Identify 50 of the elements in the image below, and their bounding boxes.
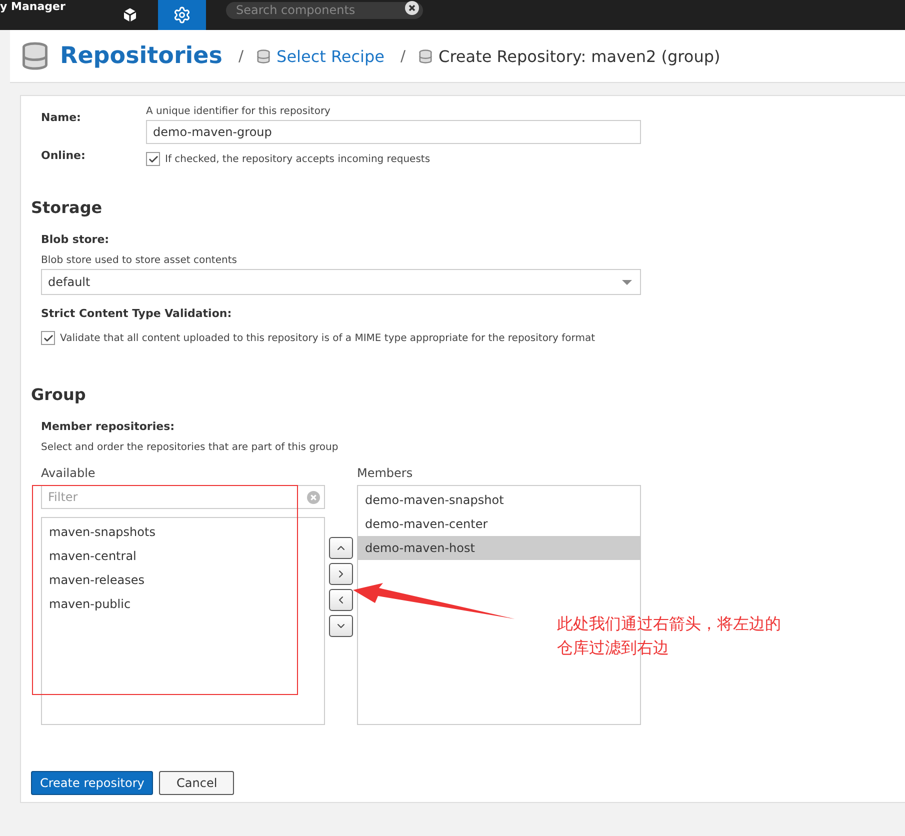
list-item[interactable]: maven-central — [42, 544, 324, 568]
create-button[interactable]: Create repository — [31, 771, 154, 795]
list-item[interactable]: maven-releases — [42, 568, 324, 592]
field-label: Name: — [41, 110, 82, 126]
section-heading: Group — [31, 385, 87, 404]
field-label: Blob store: — [41, 233, 110, 246]
blob-store-select[interactable]: default — [41, 269, 641, 295]
breadcrumb-link[interactable]: Select Recipe — [276, 46, 384, 66]
field-label: Strict Content Type Validation: — [41, 307, 233, 320]
filter-field[interactable]: Filter — [41, 485, 325, 509]
list-item[interactable]: demo-maven-center — [358, 512, 640, 536]
section-heading: Storage — [31, 198, 104, 217]
move-button[interactable] — [329, 589, 353, 611]
database-icon — [20, 41, 50, 71]
move-button[interactable] — [329, 537, 353, 559]
list-item[interactable]: demo-maven-host — [358, 536, 640, 560]
field-hint: Blob store used to store asset contents — [41, 255, 238, 266]
settings-icon — [173, 6, 191, 24]
checkbox-label: If checked, the repository accepts incoming requests — [165, 154, 430, 164]
check-icon — [148, 154, 158, 164]
breadcrumb-separator: / — [400, 47, 406, 65]
breadcrumb-separator: / — [238, 47, 244, 65]
database-icon — [418, 48, 433, 64]
search-field[interactable]: Search components — [226, 2, 423, 18]
list-label: Available — [41, 466, 96, 480]
clear-icon[interactable] — [405, 0, 419, 14]
database-icon — [256, 48, 271, 64]
move-button[interactable] — [329, 563, 353, 585]
list-item[interactable]: maven-snapshots — [42, 520, 324, 544]
page-subtitle: Create Repository: maven2 (group) — [438, 46, 720, 66]
field-label: Online: — [41, 148, 86, 164]
admin-tab[interactable] — [158, 0, 206, 30]
cube-icon — [121, 6, 139, 24]
check-icon — [42, 332, 54, 344]
field-hint: A unique identifier for this repository — [146, 106, 332, 117]
app-title: y Manager — [0, 0, 66, 13]
checkbox-label: Validate that all content uploaded to this repository is of a MIME type appropriate for the repository format — [60, 332, 596, 344]
checkbox[interactable] — [41, 331, 55, 345]
list-label: Members — [357, 466, 414, 480]
move-button[interactable] — [329, 615, 353, 637]
field-label: Member repositories: — [41, 420, 176, 433]
field-hint: Select and order the repositories that are part of this group — [41, 442, 340, 453]
list-item[interactable]: maven-public — [42, 592, 324, 616]
dropdown-arrow-icon — [622, 280, 632, 284]
list-item[interactable]: demo-maven-snapshot — [358, 488, 640, 512]
annotation-text: 此处我们通过右箭头，将左边的仓库过滤到右边 — [557, 613, 782, 659]
checkbox[interactable] — [146, 152, 160, 166]
name-field[interactable]: demo-maven-group — [146, 120, 641, 144]
page-title: Repositories — [60, 43, 222, 69]
cancel-button[interactable]: Cancel — [159, 771, 234, 795]
